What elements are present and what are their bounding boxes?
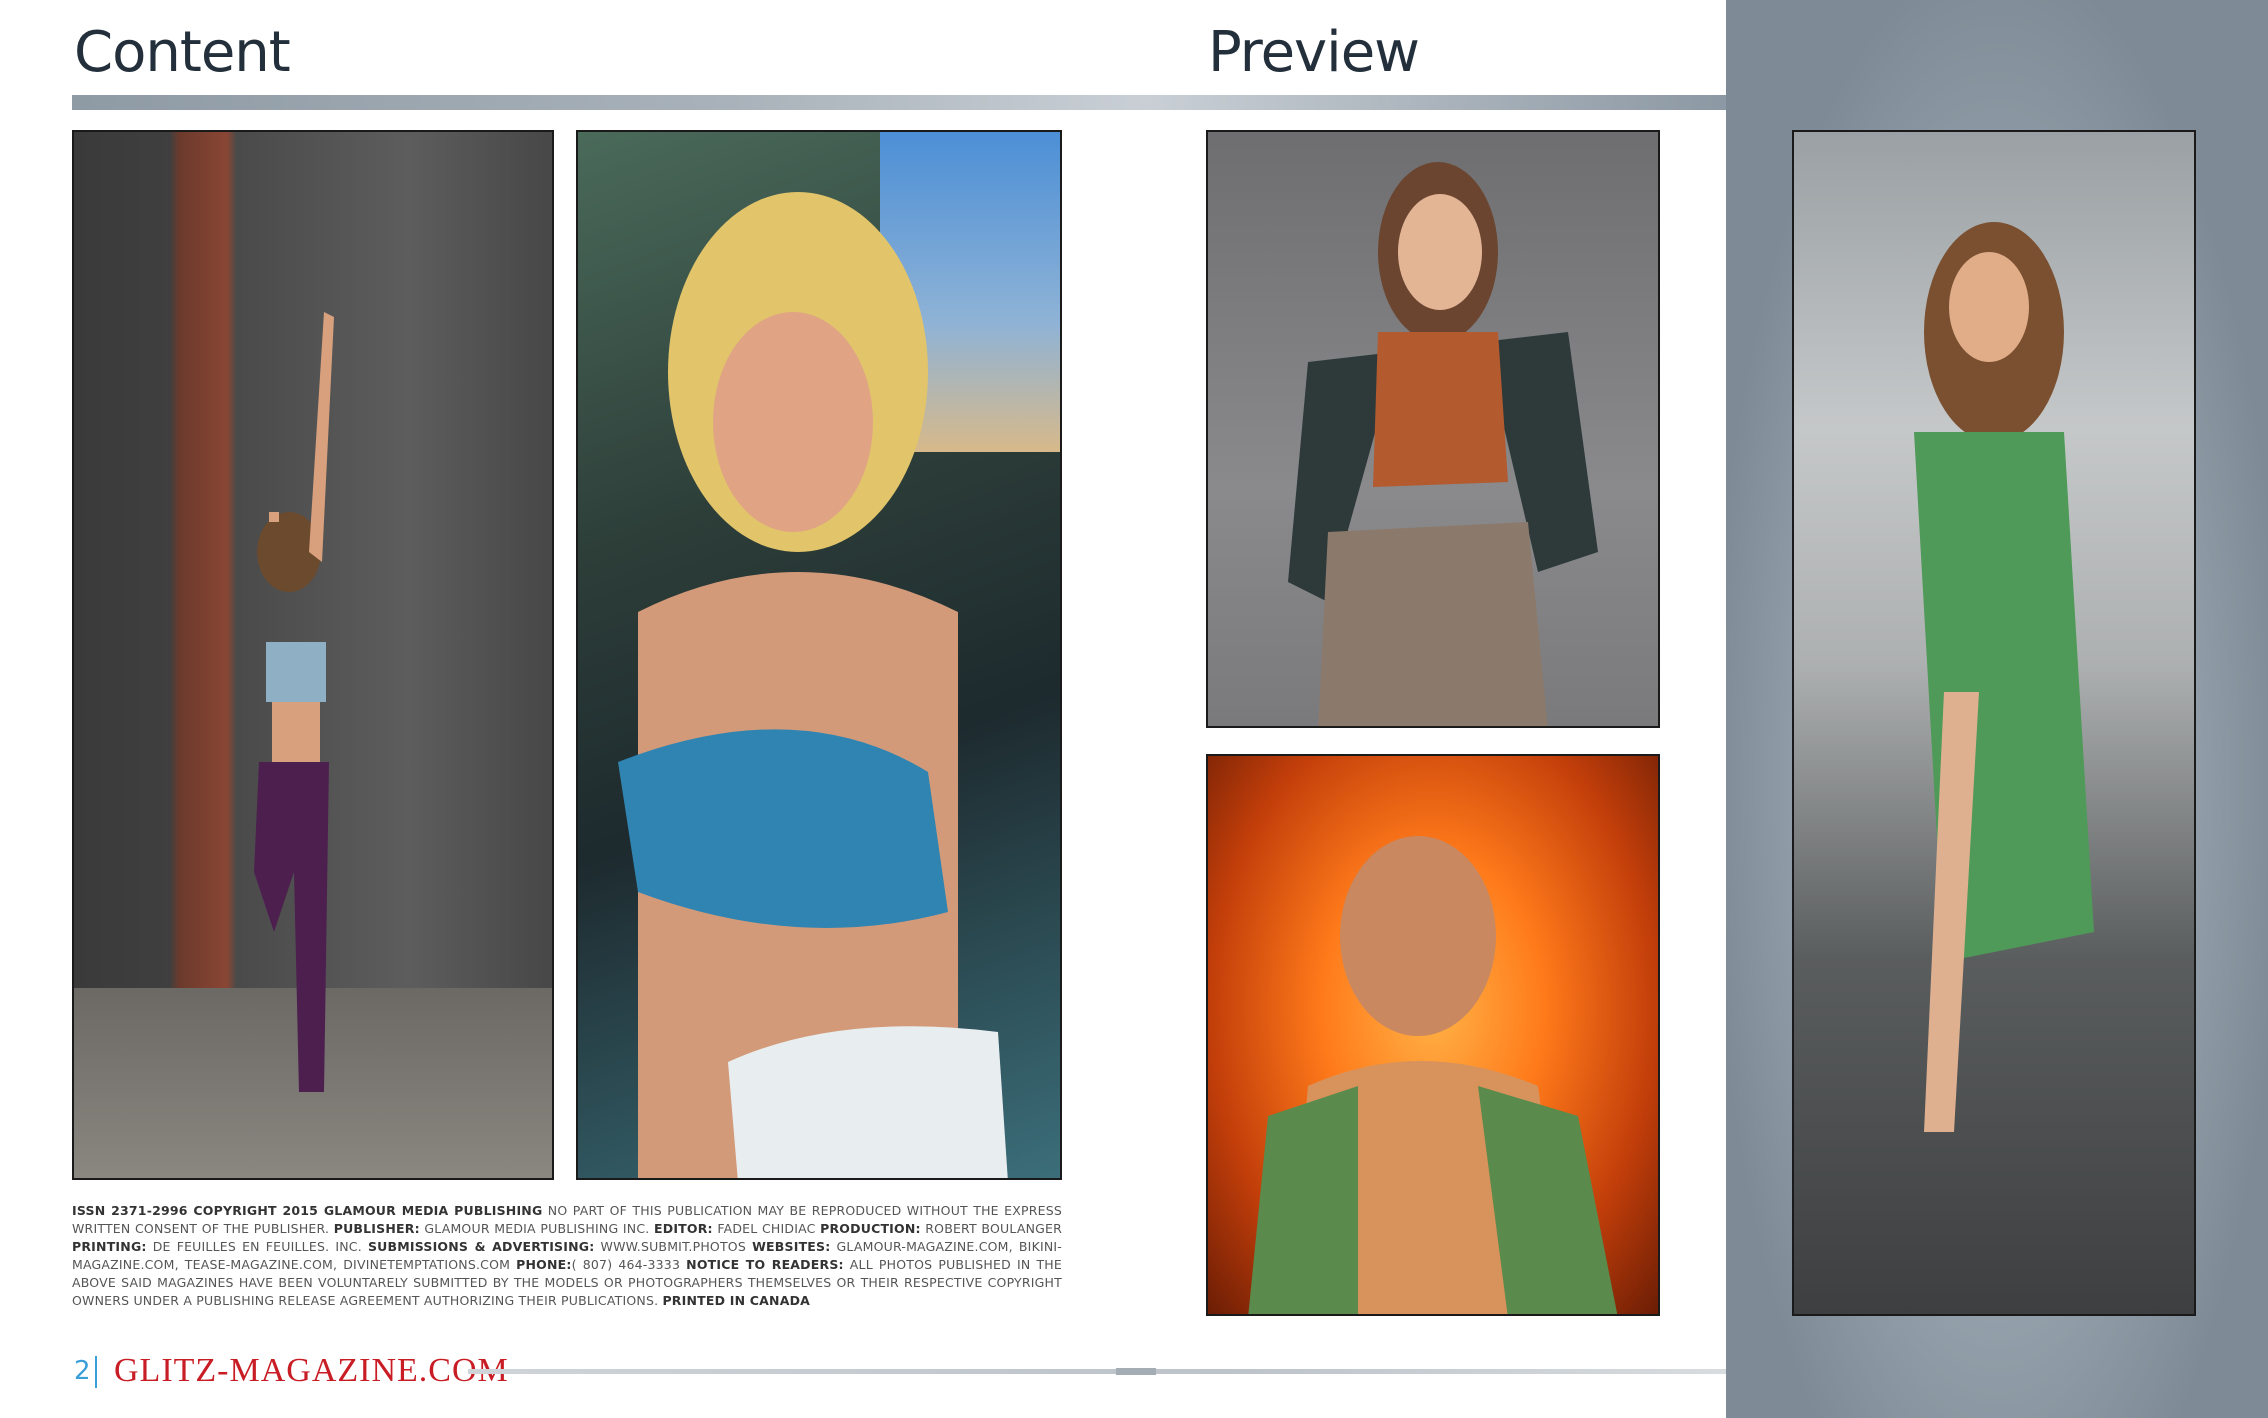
websites-label: WEBSITES: xyxy=(752,1239,831,1254)
footer-rule xyxy=(468,1368,1726,1375)
photo-blonde-woman xyxy=(576,130,1062,1180)
phone-value: ( 807) 464-3333 xyxy=(571,1257,687,1272)
photo-green-dress xyxy=(1792,130,2196,1316)
magazine-website[interactable]: GLITZ-MAGAZINE.COM xyxy=(114,1352,509,1390)
publisher-value: GLAMOUR MEDIA PUBLISHING INC. xyxy=(419,1221,655,1236)
preview-heading: Preview xyxy=(1208,20,1420,85)
editor-value: FADEL CHIDIAC xyxy=(712,1221,821,1236)
editor-label: EDITOR: xyxy=(654,1221,713,1236)
footer-separator xyxy=(95,1356,97,1388)
printing-label: PRINTING: xyxy=(72,1239,147,1254)
photo-dancer xyxy=(72,130,554,1180)
printed-in-label: PRINTED IN CANADA xyxy=(662,1293,811,1308)
production-label: PRODUCTION: xyxy=(820,1221,921,1236)
readers-notice-label: NOTICE TO READERS: xyxy=(686,1257,844,1272)
issn-line: ISSN 2371-2996 COPYRIGHT 2015 GLAMOUR ME… xyxy=(72,1203,543,1218)
printing-value: DE FEUILLES EN FEUILLES. INC. xyxy=(146,1239,368,1254)
publication-legal-notice: ISSN 2371-2996 COPYRIGHT 2015 GLAMOUR ME… xyxy=(72,1202,1062,1310)
submissions-label: SUBMISSIONS & ADVERTISING: xyxy=(367,1239,595,1254)
production-value: ROBERT BOULANGER xyxy=(920,1221,1062,1236)
content-heading: Content xyxy=(74,20,291,85)
phone-label: PHONE: xyxy=(516,1257,572,1272)
photo-bald-man xyxy=(1206,754,1660,1316)
submissions-value: WWW.SUBMIT.PHOTOS xyxy=(594,1239,753,1254)
photo-orange-top xyxy=(1206,130,1660,728)
publisher-label: PUBLISHER: xyxy=(333,1221,420,1236)
page-number: 2 xyxy=(74,1356,91,1386)
title-divider xyxy=(72,95,1726,110)
